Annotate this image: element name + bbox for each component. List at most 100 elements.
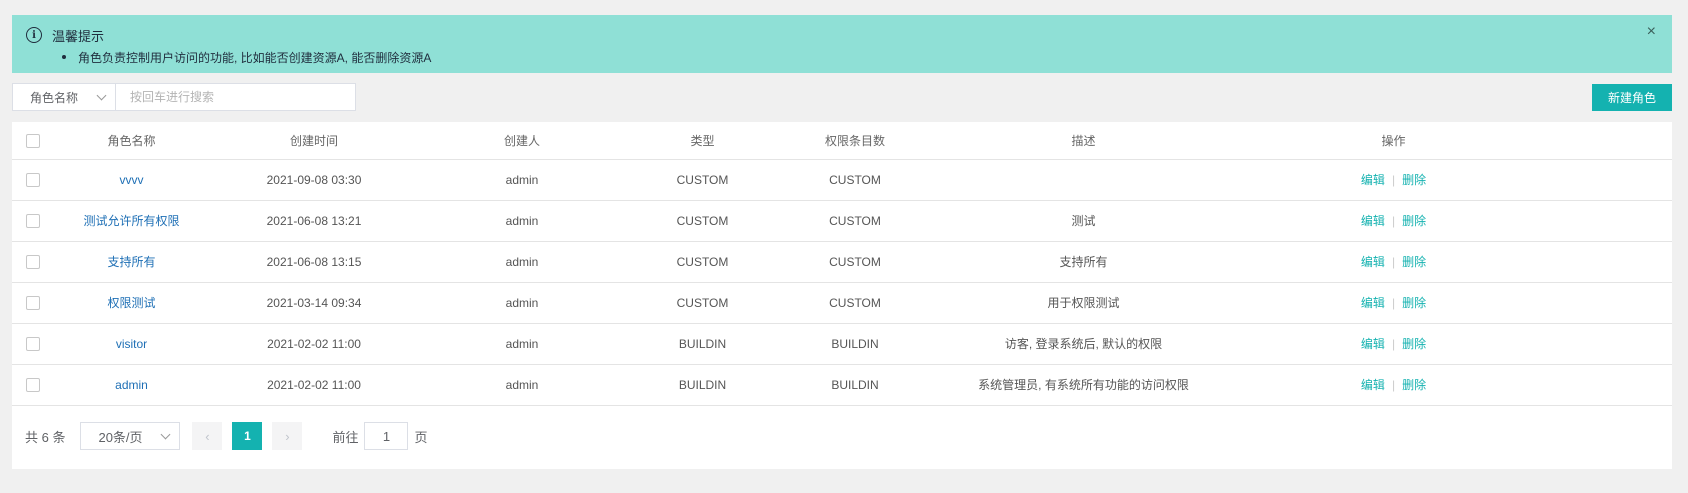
alert-title: 温馨提示 [52,28,105,44]
search-input[interactable] [116,83,356,111]
role-name-link[interactable]: admin [115,378,148,392]
edit-link[interactable]: 编辑 [1361,337,1385,351]
edit-link[interactable]: 编辑 [1361,378,1385,392]
role-name-cell: 测试允许所有权限 [54,200,209,242]
role-type: CUSTOM [625,200,780,242]
goto-suffix: 页 [414,429,428,445]
delete-link[interactable]: 删除 [1402,296,1426,310]
role-name-cell: vvvv [54,159,209,201]
page-size-label: 20条/页 [98,429,143,445]
table-row: 测试允许所有权限 2021-06-08 13:21 admin CUSTOM CUSTO… [12,200,1672,242]
creator: admin [419,364,625,406]
new-role-button[interactable]: 新建角色 [1592,84,1672,111]
creator: admin [419,323,625,365]
row-checkbox[interactable] [26,295,40,310]
row-spacer [1550,282,1672,324]
alert-item: 角色负责控制用户访问的功能, 比如能否创建资源A, 能否删除资源A [62,49,1658,66]
action-separator: | [1391,214,1396,228]
header-type: 类型 [625,122,780,160]
creator: admin [419,241,625,283]
role-type: CUSTOM [625,159,780,201]
role-name-cell: admin [54,364,209,406]
creator: admin [419,200,625,242]
search-field-select[interactable]: 角色名称 [12,83,116,111]
permission-count: CUSTOM [780,159,930,201]
description: 支持所有 [930,241,1237,283]
header-desc: 描述 [930,122,1237,160]
page-size-select[interactable]: 20条/页 [80,422,181,450]
next-page-button[interactable]: › [272,422,303,450]
select-all-cell [12,122,54,160]
goto-prefix: 前往 [332,429,359,445]
row-checkbox[interactable] [26,336,40,351]
created-time: 2021-02-02 11:00 [209,323,419,365]
header-actions: 操作 [1237,122,1550,160]
roles-card: 角色名称 创建时间 创建人 类型 权限条目数 描述 操作 vvvv 2021-09… [12,122,1672,469]
role-name-link[interactable]: 权限测试 [107,296,155,310]
row-select-cell [12,200,54,242]
role-type: CUSTOM [625,282,780,324]
created-time: 2021-02-02 11:00 [209,364,419,406]
alert-list: 角色负责控制用户访问的功能, 比如能否创建资源A, 能否删除资源A [62,49,1658,66]
permission-count: CUSTOM [780,241,930,283]
alert-header: i 温馨提示 [26,25,1658,45]
permission-count: BUILDIN [780,323,930,365]
page-number-1[interactable]: 1 [232,422,263,450]
delete-link[interactable]: 删除 [1402,173,1426,187]
table-header-row: 角色名称 创建时间 创建人 类型 权限条目数 描述 操作 [12,122,1672,160]
role-name-cell: 权限测试 [54,282,209,324]
actions-cell: 编辑 | 删除 [1237,159,1550,201]
delete-link[interactable]: 删除 [1402,214,1426,228]
actions-cell: 编辑 | 删除 [1237,282,1550,324]
actions-cell: 编辑 | 删除 [1237,364,1550,406]
delete-link[interactable]: 删除 [1402,337,1426,351]
info-icon: i [26,27,42,43]
table-row: visitor 2021-02-02 11:00 admin BUILDIN BUILD… [12,323,1672,365]
select-all-checkbox[interactable] [26,133,40,148]
roles-table: 角色名称 创建时间 创建人 类型 权限条目数 描述 操作 vvvv 2021-09… [12,122,1672,406]
description: 系统管理员, 有系统所有功能的访问权限 [930,364,1237,406]
role-name-cell: visitor [54,323,209,365]
total-count: 共 6 条 [25,429,66,445]
goto-page: 前往 页 [332,422,428,450]
delete-link[interactable]: 删除 [1402,378,1426,392]
actions-cell: 编辑 | 删除 [1237,200,1550,242]
row-checkbox[interactable] [26,213,40,228]
role-name-link[interactable]: vvvv [120,173,144,187]
actions-cell: 编辑 | 删除 [1237,241,1550,283]
header-name: 角色名称 [54,122,209,160]
role-type: BUILDIN [625,323,780,365]
table-row: 权限测试 2021-03-14 09:34 admin CUSTOM CUSTOM 用于权… [12,282,1672,324]
role-name-cell: 支持所有 [54,241,209,283]
header-count: 权限条目数 [780,122,930,160]
row-spacer [1550,323,1672,365]
role-name-link[interactable]: visitor [116,337,147,351]
created-time: 2021-09-08 03:30 [209,159,419,201]
row-checkbox[interactable] [26,172,40,187]
row-spacer [1550,200,1672,242]
edit-link[interactable]: 编辑 [1361,173,1385,187]
close-icon[interactable]: × [1647,24,1656,40]
goto-page-input[interactable] [364,422,409,450]
search-field-label: 角色名称 [30,90,79,105]
row-checkbox[interactable] [26,254,40,269]
table-row: 支持所有 2021-06-08 13:15 admin CUSTOM CUSTOM 支持所… [12,241,1672,283]
delete-link[interactable]: 删除 [1402,255,1426,269]
actions-cell: 编辑 | 删除 [1237,323,1550,365]
row-select-cell [12,323,54,365]
header-created: 创建时间 [209,122,419,160]
description: 用于权限测试 [930,282,1237,324]
prev-page-button[interactable]: ‹ [192,422,223,450]
creator: admin [419,159,625,201]
row-checkbox[interactable] [26,377,40,392]
edit-link[interactable]: 编辑 [1361,296,1385,310]
edit-link[interactable]: 编辑 [1361,214,1385,228]
chevron-down-icon [161,429,171,439]
table-row: vvvv 2021-09-08 03:30 admin CUSTOM CUSTOM 编辑 |… [12,159,1672,201]
role-name-link[interactable]: 测试允许所有权限 [83,214,179,228]
action-separator: | [1391,296,1396,310]
edit-link[interactable]: 编辑 [1361,255,1385,269]
role-name-link[interactable]: 支持所有 [107,255,155,269]
row-spacer [1550,159,1672,201]
row-select-cell [12,159,54,201]
